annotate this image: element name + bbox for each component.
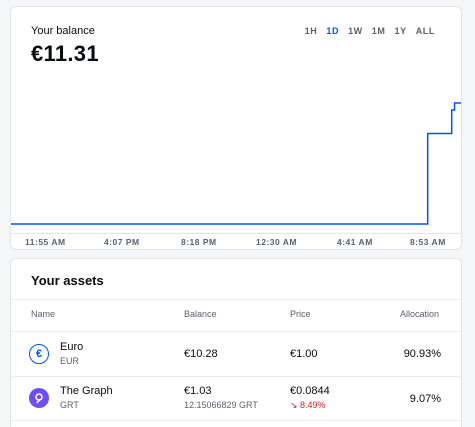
time-tick: 11:55 AM [25, 237, 66, 247]
asset-price: €0.0844 [290, 385, 330, 397]
balance-value: €11.31 [31, 41, 99, 66]
asset-price: €1.00 [290, 348, 318, 360]
time-axis: 11:55 AM 4:07 PM 8:18 PM 12:30 AM 4:41 A… [11, 235, 461, 249]
asset-balance: €10.28 [184, 348, 218, 360]
assets-card: Your assets Name Balance Price Allocatio… [10, 258, 462, 427]
asset-ticker: EUR [60, 356, 80, 366]
price-change: ↘ 8.49% [290, 400, 326, 410]
asset-row-euro[interactable]: € Euro EUR €10.28 €1.00 90.93% [11, 332, 461, 376]
axis-divider [11, 233, 461, 234]
balance-line [11, 102, 461, 225]
the-graph-icon [29, 388, 49, 408]
asset-name: Euro [60, 341, 84, 353]
asset-ticker: GRT [60, 400, 79, 410]
balance-card: Your balance €11.31 1H 1D 1W 1M 1Y ALL 1… [10, 6, 462, 250]
time-tick: 12:30 AM [256, 237, 298, 247]
range-1d[interactable]: 1D [326, 26, 339, 36]
asset-allocation: 9.07% [409, 393, 441, 405]
column-header-price[interactable]: Price [290, 309, 311, 319]
time-tick: 4:07 PM [104, 237, 140, 247]
asset-row-the-graph[interactable]: The Graph GRT €1.03 12.15066829 GRT €0.0… [11, 377, 461, 421]
time-tick: 8:53 AM [410, 237, 446, 247]
time-tick: 4:41 AM [337, 237, 373, 247]
asset-balance-amount: 12.15066829 GRT [184, 400, 258, 410]
range-1h[interactable]: 1H [305, 26, 318, 36]
range-1m[interactable]: 1M [372, 26, 386, 36]
asset-balance: €1.03 [184, 385, 212, 397]
range-1w[interactable]: 1W [348, 26, 363, 36]
column-header-balance[interactable]: Balance [184, 309, 217, 319]
divider [11, 420, 461, 421]
range-all[interactable]: ALL [416, 26, 435, 36]
column-header-name[interactable]: Name [31, 309, 55, 319]
time-tick: 8:18 PM [181, 237, 217, 247]
range-1y[interactable]: 1Y [394, 26, 406, 36]
time-range-selector: 1H 1D 1W 1M 1Y ALL [305, 26, 435, 36]
asset-name: The Graph [60, 385, 113, 397]
balance-label: Your balance [31, 25, 95, 37]
assets-title: Your assets [31, 273, 104, 288]
divider [11, 299, 461, 300]
euro-icon: € [29, 344, 49, 364]
asset-allocation: 90.93% [403, 348, 441, 360]
column-header-allocation[interactable]: Allocation [400, 309, 439, 319]
